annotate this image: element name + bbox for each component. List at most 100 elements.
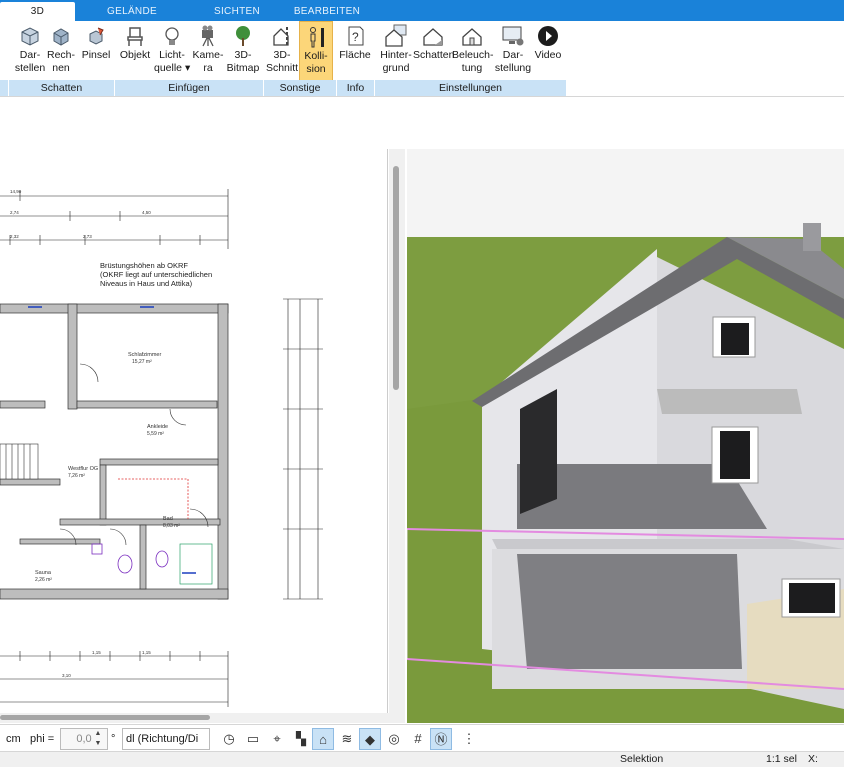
3d-view[interactable] (407, 149, 844, 723)
hintergrund-label: Hinter- grund (380, 49, 412, 74)
room-bad-name: Bad (163, 516, 173, 522)
darstellen-button[interactable]: Dar- stellen (12, 21, 48, 81)
schatten-button-label: Schatten (413, 49, 455, 61)
house-background-icon (385, 24, 407, 47)
floor-plan-drawing (0, 189, 323, 707)
monitor-presentation-icon[interactable]: ▭ (242, 728, 264, 750)
3d-bitmap-label: 3D- Bitmap (226, 49, 260, 74)
tab-gelaende[interactable]: GELÄNDE (88, 2, 176, 21)
roof-view-icon[interactable]: ⌂ (312, 728, 334, 750)
status-mode: Selektion (620, 753, 664, 765)
dim-top-1: 2,74 (10, 210, 19, 215)
pinsel-button[interactable]: Pinsel (80, 21, 112, 81)
north-arrow-icon[interactable]: Ⓝ (430, 728, 452, 750)
direction-select[interactable]: dl (Richtung/Di (122, 728, 210, 750)
cube-render-icon (53, 28, 69, 46)
house-shadow-icon (423, 28, 443, 46)
status-scale: 1:1 sel (766, 753, 797, 765)
material-brush-icon[interactable]: ▚ (290, 728, 312, 750)
chair-icon (127, 27, 143, 46)
room-ankleide-name: Ankleide (147, 424, 169, 430)
ribbon-tab-bar: 3D GELÄNDE SICHTEN BEARBEITEN (0, 0, 844, 21)
room-ankleide-area: 5,59 m² (147, 431, 164, 437)
rechnen-label: Rech- nen (46, 49, 75, 74)
status-bar: Selektion 1:1 sel X: (0, 751, 844, 767)
lichtquelle-label: Licht- quelle ▾ (154, 49, 191, 74)
pinsel-label: Pinsel (81, 49, 111, 61)
flaeche-button[interactable]: ? Fläche (338, 21, 372, 81)
unit-label: cm (6, 733, 21, 745)
plan-vertical-scroll-thumb[interactable] (393, 166, 399, 390)
darstellen-label: Dar- stellen (14, 49, 46, 74)
ribbon-group-info: Info (337, 80, 374, 96)
paint-brush-icon (89, 27, 104, 45)
bottom-toolbar: cm phi = 0,0 ▲ ▼ ° dl (Richtung/Di ◷ ▭ ⌖ … (0, 724, 844, 751)
dim-top-2: 4,50 (142, 210, 151, 215)
kollision-label: Kolli- sion (304, 50, 328, 75)
phi-stepper[interactable]: ▲ ▼ (90, 729, 106, 749)
svg-text:?: ? (352, 30, 359, 44)
ribbon-group-schatten: Schatten (9, 80, 114, 96)
flaeche-label: Fläche (339, 49, 371, 61)
floor-plane-icon[interactable]: ◆ (359, 728, 381, 750)
tab-3d[interactable]: 3D (0, 2, 75, 21)
dim-bottom-2: 3,10 (62, 673, 71, 678)
kollision-button[interactable]: Kolli- sion (299, 21, 333, 81)
room-sauna-name: Sauna (35, 570, 51, 576)
ribbon-group-sonstige: Sonstige (264, 80, 336, 96)
degree-label: ° (111, 733, 116, 745)
tab-bearbeiten[interactable]: BEARBEITEN (292, 2, 362, 21)
plan-note: Brüstungshöhen ab OKRF (OKRF liegt auf u… (100, 261, 213, 288)
ribbon-group-einfuegen: Einfügen (115, 80, 263, 96)
ribbon: Dar- stellen Rech- nen Pinsel Objekt Lic… (0, 21, 844, 97)
kamera-button[interactable]: Kame- ra (192, 21, 224, 81)
floor-plan-view[interactable]: Brüstungshöhen ab OKRF (OKRF liegt auf u… (0, 149, 388, 713)
section-cut-icon (273, 27, 289, 46)
ribbon-group-einstellungen: Einstellungen (375, 80, 566, 96)
area-info-icon: ? (348, 26, 364, 46)
3d-schnitt-button[interactable]: 3D- Schnitt (265, 21, 299, 81)
kamera-label: Kame- ra (192, 49, 224, 74)
cube-display-icon (21, 27, 39, 46)
darstellung-button[interactable]: Dar- stellung (494, 21, 532, 81)
video-label: Video (534, 49, 562, 61)
dim-bottom-0: 1,15 (92, 650, 101, 655)
lichtquelle-button[interactable]: Licht- quelle ▾ (154, 21, 190, 81)
grid-icon[interactable]: # (407, 728, 429, 750)
3d-schnitt-label: 3D- Schnitt (265, 49, 299, 74)
darstellung-label: Dar- stellung (494, 49, 532, 74)
dim-top-0: 14,90 (10, 189, 22, 194)
monitor-settings-icon (502, 26, 524, 46)
beleuchtung-label: Beleuch- tung (452, 49, 494, 74)
beleuchtung-button[interactable]: Beleuch- tung (452, 21, 494, 81)
room-schlafzimmer-name: Schlafzimmer (128, 352, 162, 358)
video-button[interactable]: Video (532, 21, 564, 81)
disc-icon[interactable]: ◎ (383, 728, 405, 750)
ribbon-group-prev (0, 80, 8, 96)
dim-top-3: 2,73 (83, 234, 92, 239)
camera-icon (202, 25, 214, 47)
3d-bitmap-button[interactable]: 3D- Bitmap (225, 21, 261, 81)
objekt-button[interactable]: Objekt (118, 21, 152, 81)
collision-person-icon (310, 27, 324, 48)
dim-bottom-1: 1,15 (142, 650, 151, 655)
schatten-button[interactable]: Schatten (413, 21, 455, 81)
dim-top-4: 2,32 (10, 234, 19, 239)
more-options-icon[interactable]: ⋮ (458, 728, 480, 750)
house-lighting-icon (462, 28, 482, 46)
3d-house-render (407, 149, 844, 723)
rechnen-button[interactable]: Rech- nen (45, 21, 77, 81)
plan-horizontal-scroll-thumb[interactable] (0, 715, 210, 720)
tab-sichten[interactable]: SICHTEN (188, 2, 286, 21)
room-westflur-area: 7,26 m² (68, 473, 85, 479)
camera-path-icon[interactable]: ⌖ (266, 728, 288, 750)
layers-icon[interactable]: ≋ (336, 728, 358, 750)
room-bad-area: 8,03 m² (163, 523, 180, 529)
status-x-label: X: (808, 753, 818, 765)
room-sauna-area: 2,26 m² (35, 577, 52, 583)
room-westflur-name: Westflur OG (68, 466, 99, 472)
hintergrund-button[interactable]: Hinter- grund (378, 21, 414, 81)
clock-icon[interactable]: ◷ (218, 728, 240, 750)
room-schlafzimmer-area: 15,27 m² (132, 359, 152, 365)
phi-label: phi = (30, 733, 55, 745)
